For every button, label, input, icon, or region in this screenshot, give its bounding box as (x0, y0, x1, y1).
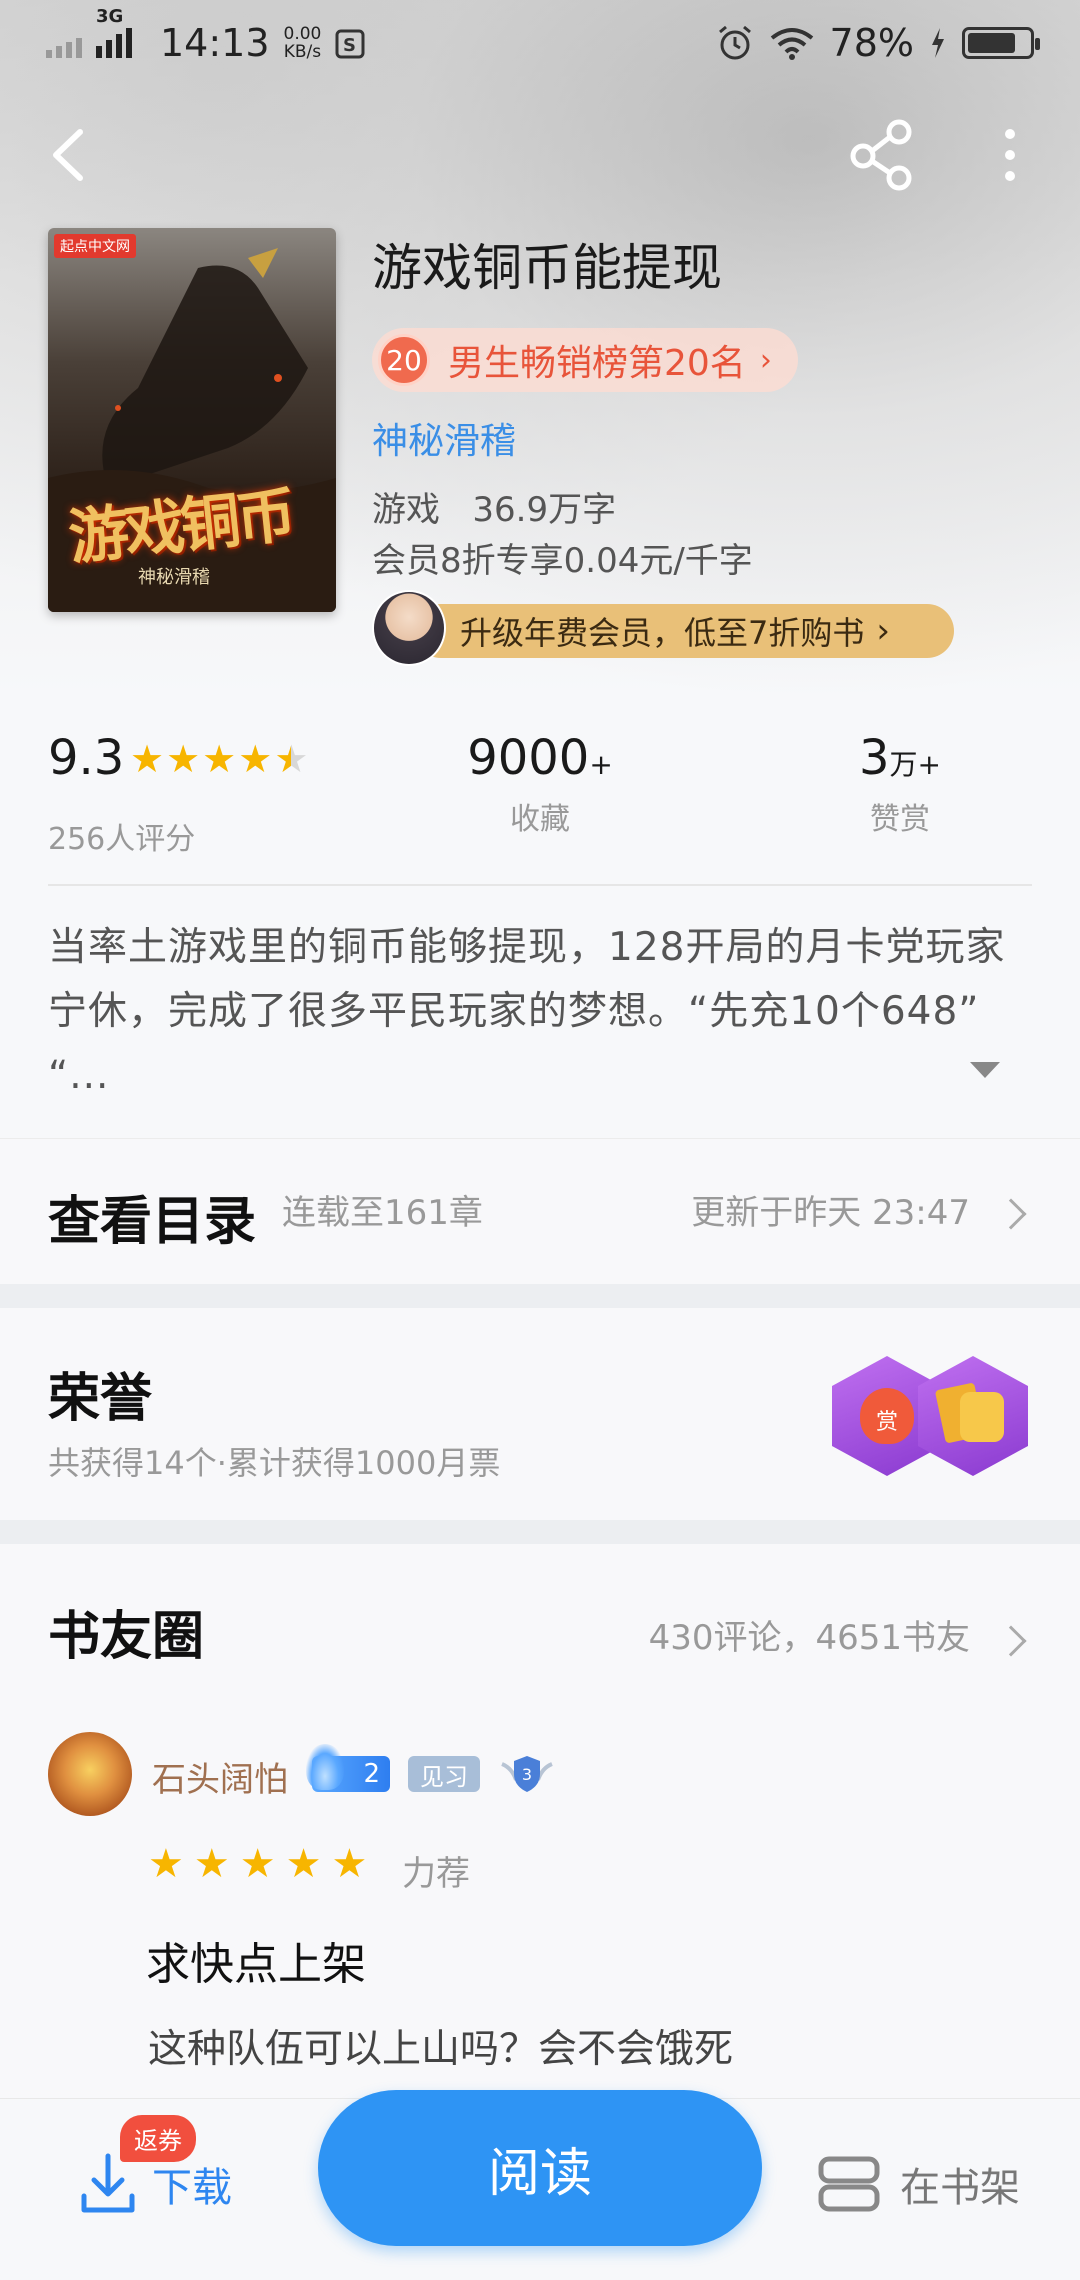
star-icon: ★ (238, 737, 273, 781)
book-title: 游戏铜币能提现 (372, 239, 722, 297)
favorites-suffix: + (589, 748, 613, 781)
book-cover[interactable]: 起点中文网 游戏铜币 神秘滑稽 (48, 228, 336, 612)
expand-down-icon[interactable] (970, 1062, 1000, 1078)
status-bar: 3G 14:13 0.00 KB/s S 78% (0, 0, 1080, 86)
toc-section[interactable]: 查看目录 连载至161章 更新于昨天 23:47 (0, 1138, 1080, 1284)
chevron-right-icon (995, 1198, 1027, 1230)
favorites-stat: 9000+ 收藏 (440, 730, 640, 838)
mobile-signal-icon (96, 28, 132, 58)
vip-mascot-avatar (372, 590, 446, 666)
divider (48, 884, 1032, 886)
wifi-icon (770, 28, 813, 60)
notification-icon: S (335, 29, 365, 59)
commenter-avatar[interactable] (48, 1732, 132, 1816)
flame-icon (306, 1744, 344, 1790)
favorites-label: 收藏 (510, 802, 570, 837)
top-nav (0, 110, 1080, 200)
favorites-value: 9000 (467, 730, 590, 786)
fan-level-number: 2 (363, 1759, 380, 1789)
star-icon: ★ (202, 737, 237, 781)
share-button[interactable] (845, 118, 919, 192)
rank-badge[interactable]: 20 男生畅销榜第20名 › (372, 328, 798, 392)
battery-icon (962, 27, 1040, 59)
rewards-stat: 3万+ 赞赏 (820, 730, 980, 838)
star-icon: ★ (239, 1841, 276, 1887)
shield-level-number: 3 (522, 1765, 532, 1784)
network-speed: 0.00 KB/s (284, 25, 322, 61)
vip-promo-banner[interactable]: 升级年费会员，低至7折购书 › (372, 590, 954, 666)
chevron-right-icon: › (759, 342, 772, 378)
star-icon: ★ (193, 1841, 230, 1887)
comment-body[interactable]: 这种队伍可以上山吗？会不会饿死 (148, 2018, 733, 2074)
rewards-value: 3 (858, 730, 890, 786)
star-icon: ★ (166, 737, 201, 781)
rating-stars: ★ ★ ★ ★ ★ (130, 740, 308, 778)
honor-summary: 共获得14个·累计获得1000月票 (48, 1444, 501, 1482)
section-gap (0, 1520, 1080, 1544)
monthly-ticket-badge-icon (918, 1356, 1028, 1476)
charging-icon (932, 28, 944, 58)
comment-rating-label: 力荐 (402, 1854, 470, 1894)
bookshelf-button[interactable]: 在书架 (818, 2139, 1020, 2229)
shield-level-icon: 3 (501, 1756, 553, 1792)
rating-score: 9.3 (48, 730, 125, 786)
star-icon: ★ (130, 737, 165, 781)
circle-stats[interactable]: 430评论，4651书友 (649, 1610, 970, 1659)
signal-icon (46, 28, 82, 58)
speed-unit: KB/s (283, 42, 322, 62)
network-type: 3G (96, 6, 124, 27)
toc-serial-status: 连载至161章 (282, 1193, 483, 1233)
rank-number: 20 (378, 334, 430, 386)
rewards-label: 赞赏 (870, 802, 930, 837)
toc-title: 查看目录 (48, 1191, 257, 1252)
alarm-icon (718, 25, 751, 60)
speed-value: 0.00 (283, 24, 322, 44)
more-vertical-icon (1005, 129, 1015, 181)
chevron-right-icon: › (876, 611, 890, 651)
rewards-suffix: 万+ (889, 748, 941, 781)
member-price: 会员8折专享0.04元/千字 (372, 541, 753, 581)
battery-percent: 78% (829, 21, 914, 65)
star-icon: ★ (285, 1841, 322, 1887)
vip-promo-pill: 升级年费会员，低至7折购书 › (414, 604, 954, 658)
badge-reward-text: 赏 (876, 1410, 899, 1435)
back-arrow-icon (53, 129, 83, 181)
cover-author: 神秘滑稽 (138, 567, 210, 588)
rank-text: 男生畅销榜第20名 (448, 343, 746, 384)
toc-update-time: 更新于昨天 23:47 (691, 1193, 970, 1233)
comment-rating-stars: ★ ★ ★ ★ ★ (148, 1844, 367, 1884)
book-circle-section: 书友圈 430评论，4651书友 石头阔怕 2 见习 3 ★ ★ ★ ★ ★ 力… (0, 1544, 1080, 2104)
refund-coupon-tag: 返券 (120, 2115, 196, 2162)
star-icon: ★ (148, 1841, 184, 1887)
genre-word-count: 游戏 36.9万字 (372, 490, 617, 530)
circle-title: 书友圈 (48, 1606, 205, 1667)
star-icon: ★ (331, 1841, 368, 1887)
author-link[interactable]: 神秘滑稽 (372, 412, 516, 464)
bookshelf-label: 在书架 (900, 2165, 1020, 2211)
synopsis[interactable]: 当率土游戏里的铜币能够提现，128开局的月卡党玩家宁休，完成了很多平民玩家的梦想… (48, 916, 1038, 1108)
back-button[interactable] (40, 120, 110, 190)
network-indicator: 3G (96, 6, 132, 58)
battery-level (968, 33, 1015, 53)
vip-promo-text: 升级年费会员，低至7折购书 (460, 614, 865, 652)
download-label: 下载 (152, 2165, 232, 2211)
read-button[interactable]: 阅读 (318, 2090, 762, 2246)
more-options-button[interactable] (990, 120, 1030, 190)
chevron-right-icon[interactable] (995, 1625, 1027, 1657)
share-icon (850, 119, 912, 191)
commenter-name[interactable]: 石头阔怕 (152, 1752, 288, 1801)
honor-section[interactable]: 荣誉 共获得14个·累计获得1000月票 赏 (0, 1308, 1080, 1520)
rating-count: 256人评分 (48, 822, 196, 857)
section-gap (0, 1284, 1080, 1308)
bookshelf-icon (818, 2156, 880, 2212)
comment-title[interactable]: 求快点上架 (146, 1928, 366, 1992)
half-star-icon: ★ (274, 737, 309, 781)
honor-title: 荣誉 (48, 1368, 153, 1429)
reader-tag-badge: 见习 (408, 1756, 480, 1792)
stats-row: 9.3 ★ ★ ★ ★ ★ 256人评分 9000+ 收藏 3万+ 赞赏 (0, 730, 1080, 860)
clock: 14:13 (160, 21, 270, 65)
svg-text:S: S (343, 35, 356, 56)
